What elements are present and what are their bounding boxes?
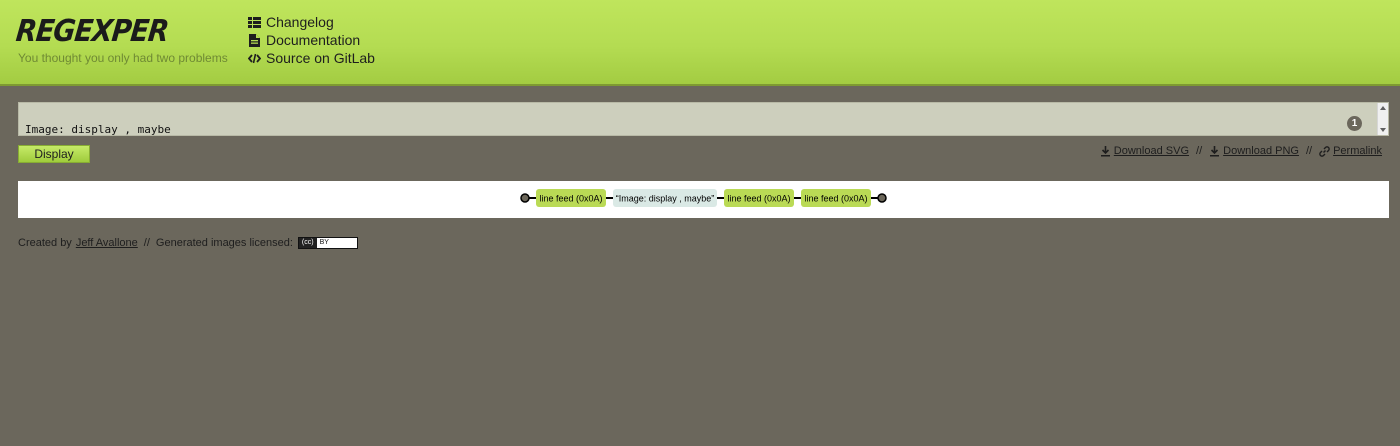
author-link[interactable]: Jeff Avallone [76, 237, 138, 249]
link-icon [1319, 145, 1330, 157]
separator: // [1305, 145, 1313, 157]
code-icon [248, 52, 261, 65]
cc-license-badge[interactable]: (cc) BY [297, 237, 358, 249]
input-scrollbar[interactable] [1377, 103, 1388, 135]
logo[interactable]: REGEXPER [14, 14, 169, 49]
diagram-node-label: line feed (0x0A) [804, 194, 867, 204]
nav-source[interactable]: Source on GitLab [248, 49, 375, 67]
footer-separator: // [143, 237, 150, 249]
download-png-link[interactable]: Download PNG [1209, 145, 1299, 157]
footer: Created by Jeff Avallone // Generated im… [18, 237, 358, 249]
scroll-down-icon[interactable] [1380, 128, 1386, 132]
created-by-text: Created by [18, 237, 72, 249]
download-svg-link[interactable]: Download SVG [1100, 145, 1189, 157]
download-icon [1100, 145, 1110, 156]
license-text: Generated images licensed: [155, 237, 293, 249]
download-svg-label[interactable]: Download SVG [1114, 145, 1189, 157]
diagram-node-label: line feed (0x0A) [727, 194, 790, 204]
regex-input[interactable]: Image: display , maybe 1 [18, 102, 1389, 136]
diagram-start-node [520, 193, 530, 203]
download-icon [1210, 145, 1220, 156]
header: REGEXPER You thought you only had two pr… [0, 0, 1400, 86]
cc-by-label: BY [319, 239, 329, 246]
display-button[interactable]: Display [18, 145, 90, 163]
diagram-node-label: “Image: display , maybe” [616, 194, 715, 204]
export-links: Download SVG // Download PNG // Permalin… [1100, 145, 1382, 157]
scroll-up-icon[interactable] [1380, 106, 1386, 110]
nav-changelog[interactable]: Changelog [248, 13, 375, 31]
nav-source-label: Source on GitLab [266, 50, 375, 66]
separator: // [1196, 145, 1203, 157]
railroad-diagram: line feed (0x0A) “Image: display , maybe”… [18, 181, 1389, 218]
diagram-end-node [877, 193, 887, 203]
diagram-node-label: line feed (0x0A) [539, 194, 602, 204]
permalink-link[interactable]: Permalink [1319, 145, 1382, 157]
permalink-label[interactable]: Permalink [1333, 145, 1382, 157]
line-count-badge: 1 [1347, 116, 1362, 131]
list-icon [248, 16, 261, 29]
download-png-label[interactable]: Download PNG [1223, 145, 1299, 157]
tagline: You thought you only had two problems [18, 51, 228, 65]
diagram-svg: line feed (0x0A) “Image: display , maybe”… [520, 189, 887, 207]
nav-changelog-label: Changelog [266, 14, 334, 30]
nav-documentation[interactable]: Documentation [248, 31, 375, 49]
regex-input-value: Image: display , maybe [25, 123, 171, 136]
top-nav: Changelog Documentation Source on GitLab [248, 13, 375, 67]
document-icon [248, 33, 261, 47]
cc-logo: (cc) [298, 238, 317, 248]
nav-documentation-label: Documentation [266, 32, 361, 48]
